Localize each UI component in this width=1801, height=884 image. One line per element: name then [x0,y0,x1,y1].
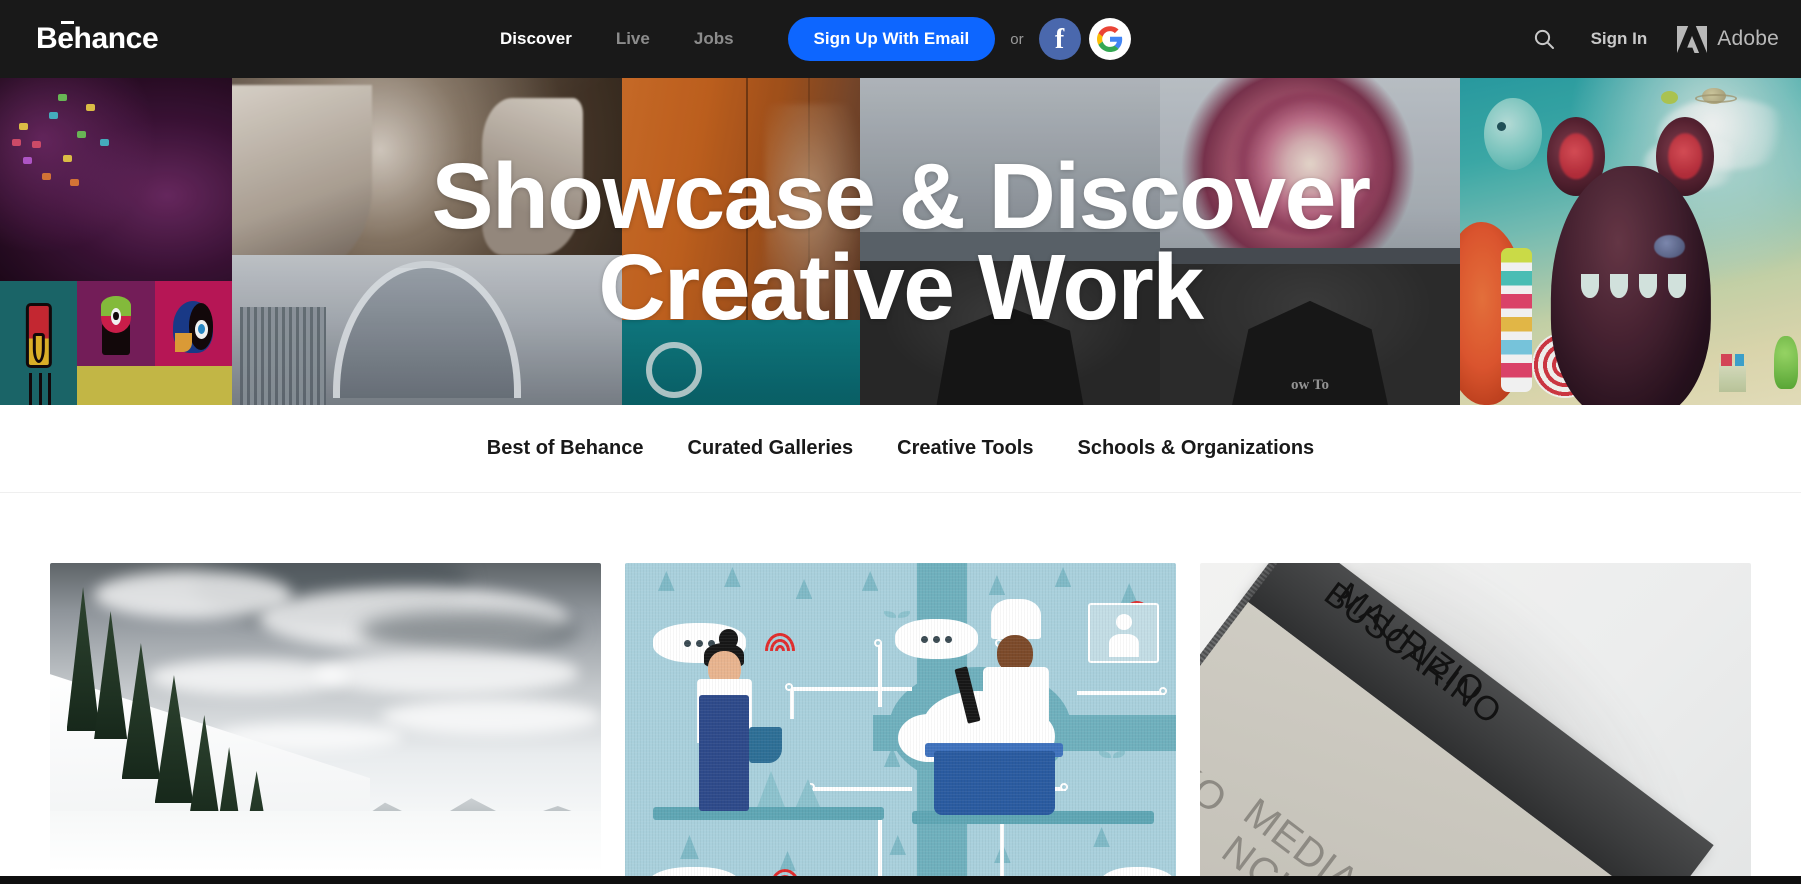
search-icon[interactable] [1527,22,1561,56]
sign-in-link[interactable]: Sign In [1591,29,1648,49]
nav-item-discover[interactable]: Discover [500,29,572,49]
adobe-label: Adobe [1717,27,1779,50]
hero-tile-mini-row [0,280,232,405]
project-card-grid: MAURIZIO BUSCARINO cricoteka KO MEDIA NC… [50,563,1751,884]
hero-tile-column-3 [622,78,860,405]
hero-tile-column-4 [860,78,1160,405]
adobe-brand-link[interactable]: Adobe [1677,25,1779,53]
adobe-logo-icon [1677,25,1708,53]
hero-tile-column-5: ow To [1160,78,1460,405]
hero-tile-column-2 [232,78,622,405]
secondary-nav-item-curated-galleries[interactable]: Curated Galleries [688,437,854,460]
secondary-nav-item-best-of-behance[interactable]: Best of Behance [487,437,644,460]
avatar-card-icon [1087,603,1160,663]
sign-up-with-email-button[interactable]: Sign Up With Email [787,17,996,61]
hero-tile-dark-badge [860,261,1160,405]
project-card-winter-landscape[interactable] [50,563,601,884]
hero-image-mosaic: ow To [0,78,1801,405]
search-glass-glyph [1534,29,1554,49]
secondary-nav-item-creative-tools[interactable]: Creative Tools [897,437,1033,460]
project-card-iot-illustration[interactable] [625,563,1176,884]
user-actions: Sign In Adobe [1527,0,1779,78]
projects-section: MAURIZIO BUSCARINO cricoteka KO MEDIA NC… [0,493,1801,884]
hero-tile-dark-emblem: ow To [1160,264,1460,405]
behance-logo[interactable]: Behance [36,21,159,55]
secondary-navigation: Best of Behance Curated Galleries Creati… [0,405,1801,493]
hero-tile-floral [1160,78,1460,265]
logo-text: Behance [36,22,159,55]
hero-banner: ow To Showcase & Discover Creative Work [0,78,1801,405]
facebook-icon[interactable]: f [1038,18,1081,60]
secondary-nav-item-schools-organizations[interactable]: Schools & Organizations [1077,437,1314,460]
google-icon[interactable] [1088,18,1131,60]
hero-tile-figure-building [232,78,622,405]
bottom-bar [0,876,1801,884]
project-card-book-cover[interactable]: MAURIZIO BUSCARINO cricoteka KO MEDIA NC… [1200,563,1751,884]
facebook-glyph: f [1054,24,1065,55]
hero-tile-orange-texture [622,78,860,405]
nav-item-jobs[interactable]: Jobs [694,29,734,49]
hero-tile-column-1 [0,78,232,405]
top-header: Behance Discover Live Jobs Sign Up With … [0,0,1801,78]
hero-tile-column-6 [1460,78,1801,405]
hero-tile-teal-character [0,280,78,405]
hero-tile-purple-confetti [0,78,232,281]
book-title-ko: KO [1200,751,1235,823]
nav-item-live[interactable]: Live [616,29,650,49]
or-separator-label: or [1010,30,1024,48]
hero-tile-grey-panel [860,78,1160,262]
primary-navigation: Discover Live Jobs Sign Up With Email or… [500,0,1131,78]
google-g-glyph [1096,26,1122,52]
logo-macron [61,21,74,24]
hero-tile-monster-illustration [1460,78,1801,405]
